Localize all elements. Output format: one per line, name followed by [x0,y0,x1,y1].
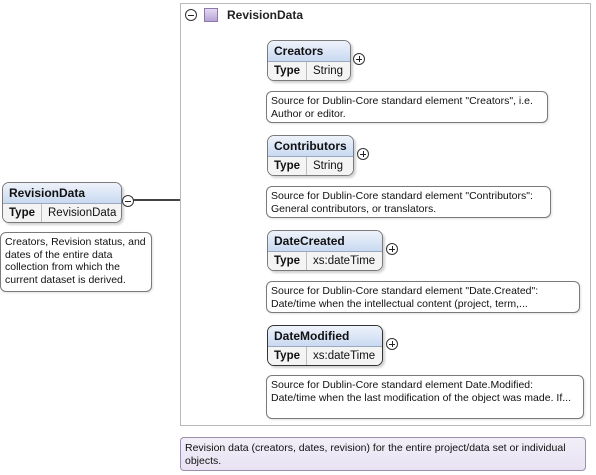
root-element-name: RevisionData [3,183,121,204]
datemodified-annotation: Source for Dublin-Core standard element … [266,375,584,419]
element-name: Creators [268,41,350,62]
container-title: RevisionData [227,8,304,22]
root-type-value: RevisionData [48,207,117,219]
datecreated-expand-icon[interactable] [386,243,398,255]
type-value: xs:dateTime [313,255,376,267]
root-annotation: Creators, Revision status, and dates of … [0,232,152,292]
type-value: String [313,65,344,77]
element-contributors[interactable]: Contributors Type String [267,135,354,176]
contributors-annotation: Source for Dublin-Core standard element … [266,186,551,218]
element-type-row: Type xs:dateTime [268,347,382,365]
type-value: String [313,160,344,172]
datecreated-annotation: Source for Dublin-Core standard element … [266,281,580,313]
creators-expand-icon[interactable] [353,53,365,65]
root-type-row: Type RevisionData [3,204,121,222]
complex-type-icon [204,8,218,22]
root-element-box[interactable]: RevisionData Type RevisionData [2,182,122,223]
container-collapse-icon[interactable] [185,9,197,21]
creators-annotation: Source for Dublin-Core standard element … [266,91,548,123]
type-key: Type [268,157,307,175]
element-datemodified[interactable]: DateModified Type xs:dateTime [267,325,383,366]
type-key: Type [268,347,307,365]
container-annotation: Revision data (creators, dates, revision… [180,437,586,471]
datemodified-expand-icon[interactable] [386,338,398,350]
element-type-row: Type xs:dateTime [268,252,382,270]
element-name: Contributors [268,136,353,157]
contributors-expand-icon[interactable] [357,148,369,160]
type-key: Type [268,62,307,80]
element-name: DateModified [268,326,382,347]
root-collapse-icon[interactable] [122,195,134,207]
element-creators[interactable]: Creators Type String [267,40,351,81]
element-type-row: Type String [268,62,350,80]
type-value: xs:dateTime [313,350,376,362]
element-name: DateCreated [268,231,382,252]
root-type-key: Type [3,204,42,222]
type-key: Type [268,252,307,270]
element-datecreated[interactable]: DateCreated Type xs:dateTime [267,230,383,271]
element-type-row: Type String [268,157,353,175]
